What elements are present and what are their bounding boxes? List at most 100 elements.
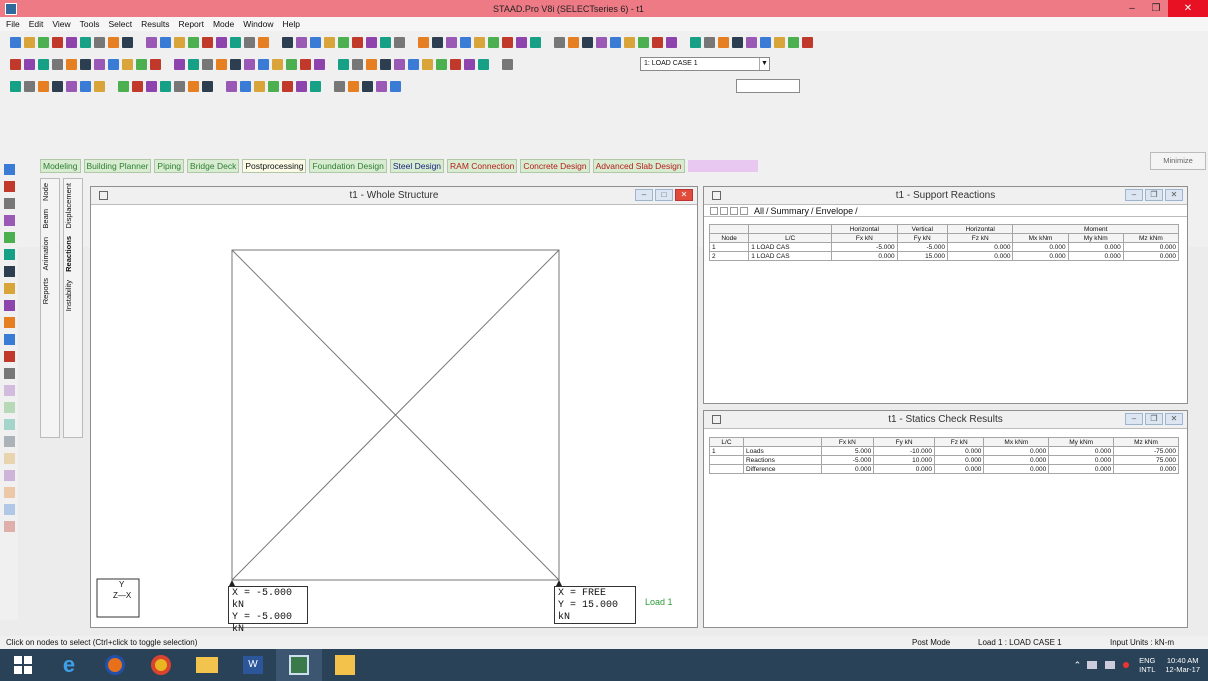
- tab-bridge-deck[interactable]: Bridge Deck: [187, 159, 240, 173]
- staad-app-icon[interactable]: [276, 649, 322, 681]
- toolbar-tool-icon[interactable]: [94, 36, 105, 48]
- tab-ram-connection[interactable]: RAM Connection: [447, 159, 518, 173]
- toolbar-tool-icon[interactable]: [136, 58, 147, 70]
- toolbar-tool-icon[interactable]: [202, 36, 213, 48]
- toolbar-tool-icon[interactable]: [286, 58, 297, 70]
- minimize-page-control-button[interactable]: Minimize: [1150, 152, 1206, 170]
- menu-report[interactable]: Report: [178, 19, 204, 29]
- statics-check-titlebar[interactable]: t1 - Statics Check Results – ❐ ✕: [704, 411, 1187, 429]
- toolbar-tool-icon[interactable]: [554, 36, 565, 48]
- toolbar-tool-icon[interactable]: [244, 36, 255, 48]
- left-tool-icon[interactable]: [3, 385, 15, 396]
- toolbar-tool-icon[interactable]: [10, 80, 21, 92]
- left-tool-icon[interactable]: [3, 470, 15, 481]
- left-tool-icon[interactable]: [3, 317, 15, 328]
- toolbar-tool-icon[interactable]: [38, 80, 49, 92]
- left-tool-icon[interactable]: [3, 198, 15, 209]
- nav-next-icon[interactable]: [730, 206, 738, 215]
- left-tool-icon[interactable]: [3, 402, 15, 413]
- table-row[interactable]: Difference 0.000 0.000 0.000 0.000 0.000 0.000: [709, 464, 1179, 474]
- toolbar-tool-icon[interactable]: [296, 80, 307, 92]
- mdi-minimize-button[interactable]: –: [635, 189, 653, 201]
- toolbar-tool-icon[interactable]: [460, 36, 471, 48]
- toolbar-tool-icon[interactable]: [52, 80, 63, 92]
- toolbar-tool-icon[interactable]: [474, 36, 485, 48]
- language-indicator[interactable]: ENG INTL: [1139, 656, 1155, 674]
- toolbar-tool-icon[interactable]: [146, 36, 157, 48]
- toolbar-tool-icon[interactable]: [216, 58, 227, 70]
- table-row[interactable]: 21 LOAD CAS 0.000 15.000 0.000 0.000 0.000 0.0…: [708, 251, 1180, 261]
- toolbar-tool-icon[interactable]: [478, 58, 489, 70]
- tab-advanced-slab-design[interactable]: Advanced Slab Design: [592, 159, 685, 173]
- maximize-window-button[interactable]: ❐: [1144, 0, 1168, 17]
- tab-steel-design[interactable]: Steel Design: [389, 159, 445, 173]
- toolbar-tool-icon[interactable]: [300, 58, 311, 70]
- toolbar-tool-icon[interactable]: [366, 36, 377, 48]
- toolbar-tool-icon[interactable]: [282, 80, 293, 92]
- toolbar-tool-icon[interactable]: [718, 36, 729, 48]
- toolbar-tool-icon[interactable]: [610, 36, 621, 48]
- menu-file[interactable]: File: [6, 19, 20, 29]
- toolbar-tool-icon[interactable]: [394, 36, 405, 48]
- close-window-button[interactable]: ✕: [1168, 0, 1208, 17]
- toolbar-tool-icon[interactable]: [24, 58, 35, 70]
- toolbar-tool-icon[interactable]: [334, 80, 345, 92]
- toolbar-tool-icon[interactable]: [258, 58, 269, 70]
- toolbar-tool-icon[interactable]: [732, 36, 743, 48]
- load-case-combo[interactable]: 1: LOAD CASE 1 ▼: [640, 57, 770, 71]
- support-reactions-window[interactable]: t1 - Support Reactions – ❐ ✕ All / Summar…: [703, 186, 1188, 404]
- table-row[interactable]: Reactions -5.000 10.000 0.000 0.000 0.000 75.0…: [709, 455, 1179, 465]
- file-explorer-icon[interactable]: [184, 649, 230, 681]
- minimize-window-button[interactable]: –: [1120, 0, 1144, 17]
- volume-icon[interactable]: [1105, 661, 1116, 669]
- tab-node[interactable]: Node: [41, 179, 59, 205]
- left-tool-icon[interactable]: [3, 487, 15, 498]
- toolbar-tool-icon[interactable]: [596, 36, 607, 48]
- chrome-icon[interactable]: [138, 649, 184, 681]
- toolbar-tool-icon[interactable]: [108, 36, 119, 48]
- mdi-minimize-button[interactable]: –: [1125, 413, 1143, 425]
- clock[interactable]: 10:40 AM 12-Mar-17: [1165, 656, 1200, 674]
- toolbar-tool-icon[interactable]: [38, 36, 49, 48]
- toolbar-tool-icon[interactable]: [80, 80, 91, 92]
- toolbar-tool-icon[interactable]: [296, 36, 307, 48]
- toolbar-tool-icon[interactable]: [52, 36, 63, 48]
- toolbar-tool-icon[interactable]: [348, 80, 359, 92]
- toolbar-tool-icon[interactable]: [652, 36, 663, 48]
- toolbar-tool-icon[interactable]: [230, 58, 241, 70]
- tab-concrete-design[interactable]: Concrete Design: [520, 159, 590, 173]
- left-tool-icon[interactable]: [3, 300, 15, 311]
- subtab-envelope[interactable]: Envelope: [816, 206, 854, 216]
- menu-view[interactable]: View: [52, 19, 70, 29]
- toolbar-tool-icon[interactable]: [122, 36, 133, 48]
- toolbar-tool-icon[interactable]: [188, 36, 199, 48]
- tab-instability[interactable]: Instability: [64, 276, 82, 315]
- tab-animation[interactable]: Animation: [41, 233, 59, 274]
- sticky-app-icon[interactable]: [322, 649, 368, 681]
- toolbar-tool-icon[interactable]: [380, 36, 391, 48]
- toolbar-tool-icon[interactable]: [394, 58, 405, 70]
- toolbar-tool-icon[interactable]: [52, 58, 63, 70]
- toolbar-tool-icon[interactable]: [774, 36, 785, 48]
- left-tool-icon[interactable]: [3, 215, 15, 226]
- toolbar-tool-icon[interactable]: [66, 80, 77, 92]
- left-tool-icon[interactable]: [3, 504, 15, 515]
- toolbar-tool-icon[interactable]: [366, 58, 377, 70]
- menu-edit[interactable]: Edit: [29, 19, 44, 29]
- left-tool-icon[interactable]: [3, 453, 15, 464]
- toolbar-tool-icon[interactable]: [150, 58, 161, 70]
- left-tool-icon[interactable]: [3, 334, 15, 345]
- toolbar-tool-icon[interactable]: [174, 58, 185, 70]
- tab-displacement[interactable]: Displacement: [64, 179, 82, 232]
- menu-select[interactable]: Select: [108, 19, 132, 29]
- toolbar-tool-icon[interactable]: [450, 58, 461, 70]
- toolbar-tool-icon[interactable]: [94, 58, 105, 70]
- toolbar-tool-icon[interactable]: [788, 36, 799, 48]
- left-tool-icon[interactable]: [3, 266, 15, 277]
- toolbar-tool-icon[interactable]: [436, 58, 447, 70]
- toolbar-tool-icon[interactable]: [38, 58, 49, 70]
- toolbar-tool-icon[interactable]: [314, 58, 325, 70]
- toolbar-tool-icon[interactable]: [94, 80, 105, 92]
- toolbar-tool-icon[interactable]: [80, 58, 91, 70]
- toolbar-tool-icon[interactable]: [188, 80, 199, 92]
